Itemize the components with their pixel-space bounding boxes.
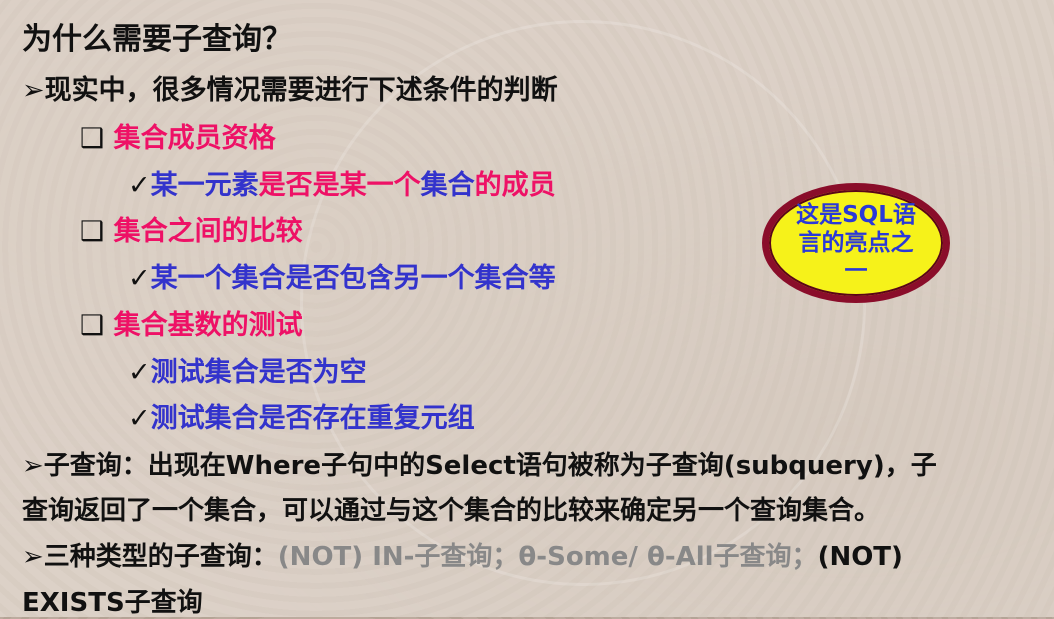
section-cardinality: ❑ 集合基数的测试: [80, 303, 303, 342]
section-membership: ❑ 集合成员资格: [80, 116, 276, 155]
square-bullet-icon: ❑: [80, 216, 105, 247]
slide-content: 为什么需要子查询？ ➢现实中，很多情况需要进行下述条件的判断 ❑ 集合成员资格 …: [0, 0, 1054, 618]
types-prefix: ➢三种类型的子查询：: [22, 542, 278, 572]
check-text-b: 是否是某一个: [258, 170, 421, 201]
section-label: 集合之间的比较: [113, 216, 303, 247]
bullet-subquery-def-line1: ➢子查询：出现在Where子句中的Select语句被称为子查询(subquery…: [22, 451, 937, 481]
bullet-real-world: ➢现实中，很多情况需要进行下述条件的判断: [22, 75, 558, 106]
square-bullet-icon: ❑: [80, 123, 105, 154]
section-label: 集合成员资格: [113, 123, 276, 154]
check-text: 某一个集合是否包含另一个集合等: [150, 263, 556, 294]
callout-text: 这是SQL语言的亮点之一: [796, 202, 916, 284]
check-item-contains: ✓某一个集合是否包含另一个集合等: [128, 256, 556, 295]
checkmark-icon: ✓: [128, 357, 151, 388]
check-item-empty: ✓测试集合是否为空: [128, 350, 367, 389]
bullet-subquery-def-line2: 查询返回了一个集合，可以通过与这个集合的比较来确定另一个查询集合。: [22, 496, 881, 526]
checkmark-icon: ✓: [128, 403, 151, 434]
bullet-subquery-types-line2: EXISTS子查询: [22, 588, 203, 618]
check-text-d: 的成员: [474, 170, 556, 201]
check-text: 测试集合是否为空: [150, 357, 367, 388]
callout-ellipse: 这是SQL语言的亮点之一: [762, 183, 950, 303]
checkmark-icon: ✓: [128, 170, 151, 201]
square-bullet-icon: ❑: [80, 310, 105, 341]
slide-title: 为什么需要子查询？: [22, 22, 292, 57]
check-text: 测试集合是否存在重复元组: [150, 403, 475, 434]
check-item-membership: ✓某一元素是否是某一个集合的成员: [128, 163, 556, 202]
check-item-duplicate: ✓测试集合是否存在重复元组: [128, 396, 475, 435]
types-suffix: (NOT): [817, 542, 903, 572]
check-text-c: 集合: [420, 170, 475, 201]
section-label: 集合基数的测试: [113, 310, 303, 341]
types-gray: (NOT) IN-子查询；θ-Some/ θ-All子查询；: [277, 542, 818, 572]
section-comparison: ❑ 集合之间的比较: [80, 209, 303, 248]
bullet-subquery-types: ➢三种类型的子查询：(NOT) IN-子查询；θ-Some/ θ-All子查询；…: [22, 536, 903, 573]
checkmark-icon: ✓: [128, 263, 151, 294]
check-text-a: 某一元素: [150, 170, 259, 201]
